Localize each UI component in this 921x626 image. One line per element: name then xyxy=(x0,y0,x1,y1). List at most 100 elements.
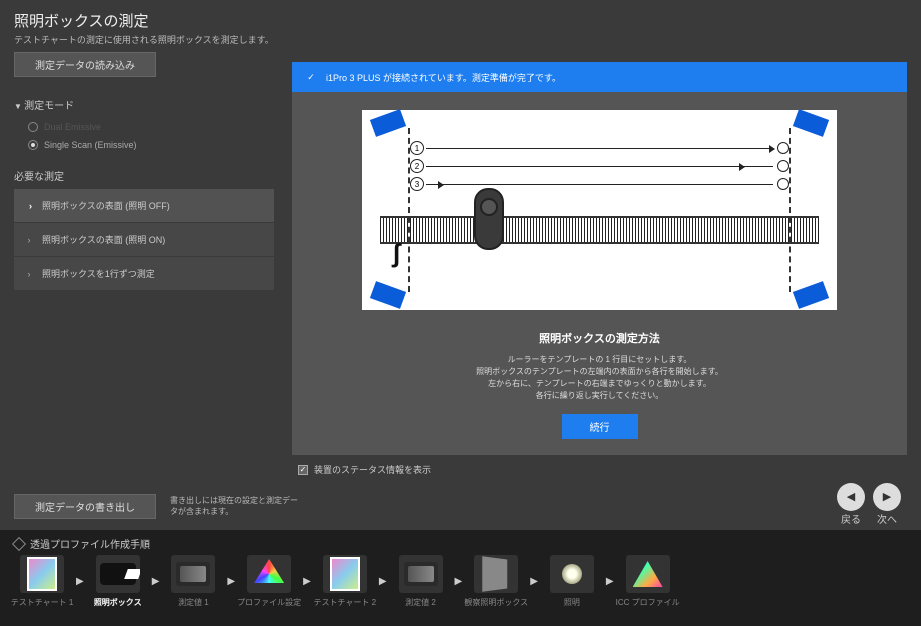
step-label: テストチャート 2 xyxy=(314,597,377,608)
instructions-line: ルーラーをテンプレートの 1 行目にセットします。 xyxy=(332,354,867,366)
export-note: 書き出しには現在の設定と測定データが含まれます。 xyxy=(170,496,300,517)
arrow-icon xyxy=(438,181,444,189)
status-checkbox-row[interactable]: ✓ 装置のステータス情報を表示 xyxy=(292,455,907,476)
step-label: 照明 xyxy=(564,597,580,608)
instructions-line: 各行に繰り返し実行してください。 xyxy=(332,390,867,402)
triangle-right-icon: ▶ xyxy=(883,492,891,503)
viewbox-icon xyxy=(482,556,507,592)
arrow-icon xyxy=(769,145,775,153)
footer-title-row: 透過プロファイル作成手順 xyxy=(14,536,907,551)
workflow-footer: 透過プロファイル作成手順 テストチャート 1 ▶ 照明ボックス ▶ 測定値 1 … xyxy=(0,530,921,626)
step-view-lightbox[interactable]: 観察照明ボックス xyxy=(468,555,524,608)
row-number: 3 xyxy=(410,177,424,191)
step-label: 測定値 1 xyxy=(178,597,209,608)
continue-button[interactable]: 続行 xyxy=(562,414,638,439)
triangle-right-icon: ▶ xyxy=(227,576,235,587)
page-title: 照明ボックスの測定 xyxy=(14,10,907,31)
instructions-line: 左から右に、テンプレートの右端までゆっくりと動かします。 xyxy=(332,378,867,390)
mode-option-label: Single Scan (Emissive) xyxy=(44,140,137,150)
triangle-right-icon: ▶ xyxy=(152,576,160,587)
step-label: ICC プロファイル xyxy=(616,597,680,608)
measurement-diagram: 1 2 3 ʃ xyxy=(362,110,837,310)
measure-icon xyxy=(176,562,210,586)
nav-buttons: ◀ 戻る ▶ 次へ xyxy=(837,483,901,526)
next-label: 次へ xyxy=(877,511,897,526)
triangle-right-icon: ▶ xyxy=(303,576,311,587)
check-icon: ✓ xyxy=(304,70,318,84)
export-row: 測定データの書き出し 書き出しには現在の設定と測定データが含まれます。 xyxy=(0,494,921,519)
step-lighting[interactable]: 照明 xyxy=(544,555,600,608)
testchart-icon xyxy=(330,557,360,591)
step-measure-2[interactable]: 測定値 2 xyxy=(393,555,449,608)
mode-section-label: 測定モード xyxy=(14,97,274,112)
tape-icon xyxy=(370,109,406,137)
required-list: ›› 照明ボックスの表面 (照明 OFF) › 照明ボックスの表面 (照明 ON… xyxy=(14,189,274,290)
required-item-label: 照明ボックスを1行ずつ測定 xyxy=(42,267,155,280)
ruler-icon xyxy=(380,216,819,244)
triangle-right-icon: ▶ xyxy=(606,576,614,587)
page-header: 照明ボックスの測定 テストチャートの測定に使用される照明ボックスを測定します。 xyxy=(0,0,921,52)
checkbox-label: 装置のステータス情報を表示 xyxy=(314,463,431,476)
workflow-steps: テストチャート 1 ▶ 照明ボックス ▶ 測定値 1 ▶ プロファイル設定 ▶ … xyxy=(14,555,907,608)
device-icon xyxy=(474,188,504,250)
step-testchart-2[interactable]: テストチャート 2 xyxy=(317,555,373,608)
step-label: 測定値 2 xyxy=(405,597,436,608)
row-number: 2 xyxy=(410,159,424,173)
right-panel: ✓ i1Pro 3 PLUS が接続されています。測定準備が完了です。 1 2 … xyxy=(292,52,907,476)
mode-option-label: Dual Emissive xyxy=(44,122,101,132)
icc-icon xyxy=(633,561,663,587)
lightbox-icon xyxy=(100,563,136,585)
arrow-icon xyxy=(739,163,745,171)
step-measure-1[interactable]: 測定値 1 xyxy=(165,555,221,608)
load-data-button[interactable]: 測定データの読み込み xyxy=(14,52,156,77)
triangle-right-icon: ▶ xyxy=(530,576,538,587)
tape-icon xyxy=(370,281,406,309)
tape-icon xyxy=(793,109,829,137)
track-area: 1 2 3 xyxy=(408,128,791,292)
required-item-on[interactable]: › 照明ボックスの表面 (照明 ON) xyxy=(14,223,274,257)
page-subtitle: テストチャートの測定に使用される照明ボックスを測定します。 xyxy=(14,33,907,46)
chevron-icon: › xyxy=(24,235,34,245)
checkbox-icon: ✓ xyxy=(298,465,308,475)
tape-icon xyxy=(793,281,829,309)
required-item-label: 照明ボックスの表面 (照明 ON) xyxy=(42,233,165,246)
radio-icon xyxy=(28,140,38,150)
required-item-rows[interactable]: › 照明ボックスを1行ずつ測定 xyxy=(14,257,274,290)
step-profile-settings[interactable]: プロファイル設定 xyxy=(241,555,297,608)
step-testchart-1[interactable]: テストチャート 1 xyxy=(14,555,70,608)
step-label: 観察照明ボックス xyxy=(464,597,528,608)
back-button[interactable]: ◀ xyxy=(837,483,865,511)
next-button[interactable]: ▶ xyxy=(873,483,901,511)
step-label: テストチャート 1 xyxy=(11,597,74,608)
back-label: 戻る xyxy=(841,511,861,526)
step-label: プロファイル設定 xyxy=(237,597,301,608)
row-number: 1 xyxy=(410,141,424,155)
triangle-right-icon: ▶ xyxy=(76,576,84,587)
instructions-line: 照明ボックスのテンプレートの左端内の表面から各行を開始します。 xyxy=(332,366,867,378)
step-label: 照明ボックス xyxy=(94,597,142,608)
chevron-double-icon: ›› xyxy=(24,201,34,211)
required-item-label: 照明ボックスの表面 (照明 OFF) xyxy=(42,199,170,212)
measure-icon xyxy=(404,562,438,586)
triangle-right-icon: ▶ xyxy=(379,576,387,587)
triangle-left-icon: ◀ xyxy=(847,492,855,503)
instructions-title: 照明ボックスの測定方法 xyxy=(332,330,867,346)
export-data-button[interactable]: 測定データの書き出し xyxy=(14,494,156,519)
diamond-icon xyxy=(12,536,26,550)
info-panel: ✓ i1Pro 3 PLUS が接続されています。測定準備が完了です。 1 2 … xyxy=(292,62,907,455)
instructions: 照明ボックスの測定方法 ルーラーをテンプレートの 1 行目にセットします。 照明… xyxy=(292,318,907,455)
step-lightbox[interactable]: 照明ボックス xyxy=(90,555,146,608)
footer-title: 透過プロファイル作成手順 xyxy=(30,536,150,551)
left-panel: 測定データの読み込み 測定モード Dual Emissive Single Sc… xyxy=(14,52,274,476)
testchart-icon xyxy=(27,557,57,591)
required-item-off[interactable]: ›› 照明ボックスの表面 (照明 OFF) xyxy=(14,189,274,223)
bulb-icon xyxy=(562,564,582,584)
profile-icon xyxy=(254,559,284,589)
diagram-container: 1 2 3 ʃ xyxy=(292,92,907,318)
radio-icon xyxy=(28,122,38,132)
triangle-right-icon: ▶ xyxy=(455,576,463,587)
mode-option-single[interactable]: Single Scan (Emissive) xyxy=(14,136,274,154)
chevron-icon: › xyxy=(24,269,34,279)
step-icc-profile[interactable]: ICC プロファイル xyxy=(620,555,676,608)
status-text: i1Pro 3 PLUS が接続されています。測定準備が完了です。 xyxy=(326,71,561,84)
